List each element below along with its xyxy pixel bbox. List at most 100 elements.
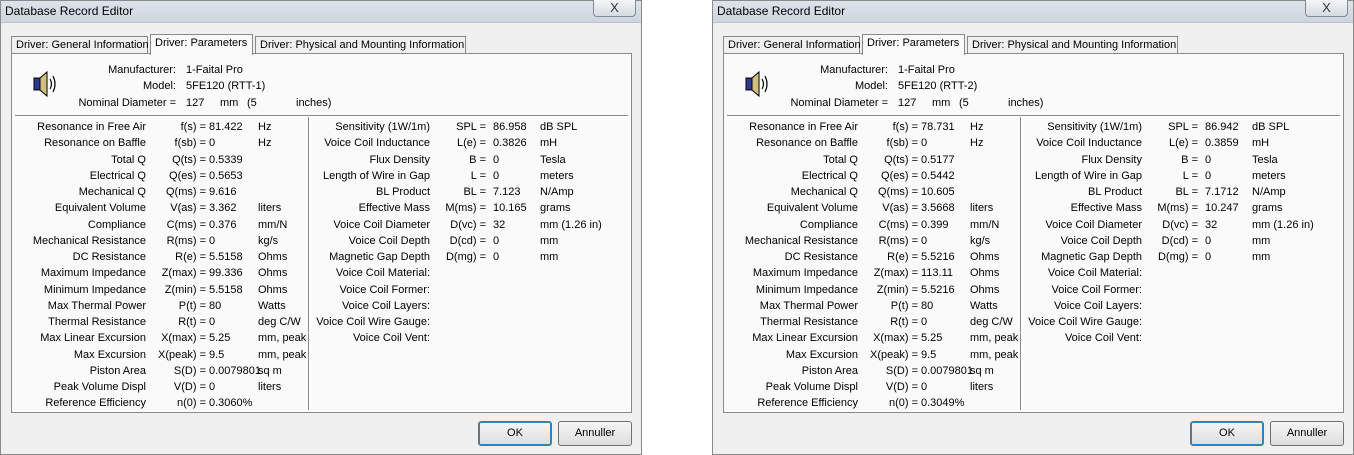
cancel-button[interactable]: Annuller: [558, 421, 632, 446]
param-value-field[interactable]: 0.3049%: [921, 396, 964, 410]
param-value-field[interactable]: 9.5: [209, 348, 224, 362]
param-label: Maximum Impedance: [40, 267, 146, 280]
param-value-field[interactable]: 0: [493, 234, 499, 248]
param-symbol: Q(es) =: [169, 169, 206, 182]
param-value-field[interactable]: 0: [921, 234, 927, 248]
param-value-field[interactable]: 0.3060%: [209, 396, 252, 410]
param-value-field[interactable]: 5.25: [921, 331, 942, 345]
param-unit: deg C/W: [258, 316, 301, 328]
param-value-field[interactable]: 113.11: [921, 266, 953, 280]
param-value-field[interactable]: 0.376: [209, 218, 237, 232]
param-symbol: V(D) =: [173, 381, 206, 393]
param-value-field[interactable]: 0: [921, 136, 927, 150]
param-value-field[interactable]: 0.3826: [493, 136, 527, 150]
param-symbol: V(D) =: [885, 381, 918, 393]
param-value-field[interactable]: 80: [209, 299, 221, 313]
param-label: Effective Mass: [358, 202, 430, 215]
param-value-field[interactable]: 3.5668: [921, 201, 955, 215]
param-label: Thermal Resistance: [48, 316, 146, 328]
param-symbol: R(t) =: [178, 316, 206, 328]
param-value-field[interactable]: 0: [493, 153, 499, 167]
param-value-field[interactable]: 0: [921, 315, 927, 329]
param-value-field[interactable]: 3.362: [209, 201, 237, 215]
param-value-field[interactable]: 5.5158: [209, 250, 243, 264]
close-button[interactable]: X: [593, 0, 636, 17]
tab-general-information[interactable]: Driver: General Information: [723, 36, 861, 54]
param-value-field[interactable]: 78.731: [921, 120, 955, 134]
param-value-field[interactable]: 5.5216: [921, 250, 955, 264]
model-value: 5FE120 (RTT-1): [186, 80, 266, 92]
param-value-field[interactable]: 7.1712: [1205, 185, 1239, 199]
tab-parameters[interactable]: Driver: Parameters: [150, 34, 253, 55]
param-value-field[interactable]: 0.5339: [209, 153, 243, 167]
nominal-diameter-label: Nominal Diameter =: [78, 97, 176, 109]
param-label: Reference Efficiency: [757, 397, 858, 410]
param-value-field[interactable]: 0: [493, 250, 499, 264]
param-symbol: L =: [470, 169, 486, 182]
tab-parameters[interactable]: Driver: Parameters: [862, 34, 965, 55]
param-unit: mm (1.26 in): [540, 218, 602, 231]
param-value-field[interactable]: 0: [1205, 250, 1211, 264]
param-value-field[interactable]: 0: [209, 136, 215, 150]
close-button[interactable]: X: [1305, 0, 1348, 17]
param-unit: kg/s: [970, 234, 991, 247]
param-value-field[interactable]: 0: [921, 380, 927, 394]
ok-button[interactable]: OK: [1190, 421, 1264, 446]
param-label: Maximum Impedance: [752, 267, 858, 280]
param-unit: Watts: [970, 299, 998, 312]
param-value-field[interactable]: 5.5216: [921, 283, 955, 297]
param-value-field[interactable]: 0.399: [921, 218, 949, 232]
title-bar[interactable]: Database Record Editor X: [713, 0, 1353, 23]
param-symbol: X(max) =: [161, 332, 206, 345]
param-value-field[interactable]: 0: [209, 315, 215, 329]
param-value-field[interactable]: 32: [1205, 218, 1217, 232]
param-value-field[interactable]: 0.5177: [921, 153, 955, 167]
param-value-field[interactable]: 0: [1205, 169, 1211, 183]
param-label: Voice Coil Former:: [339, 283, 430, 296]
param-value-field[interactable]: 10.247: [1205, 201, 1239, 215]
param-value-field[interactable]: 9.616: [209, 185, 237, 199]
param-label: Voice Coil Layers:: [341, 299, 430, 312]
param-value-field[interactable]: 10.165: [493, 201, 527, 215]
model-label: Model:: [854, 80, 888, 92]
param-symbol: BL =: [1175, 186, 1198, 198]
tab-general-information[interactable]: Driver: General Information: [11, 36, 149, 54]
param-value-field[interactable]: 0.0079801: [209, 364, 261, 378]
tab-physical-mounting[interactable]: Driver: Physical and Mounting Informatio…: [255, 36, 466, 54]
param-value-field[interactable]: 80: [921, 299, 933, 313]
param-value-field[interactable]: 0: [209, 234, 215, 248]
tab-physical-mounting[interactable]: Driver: Physical and Mounting Informatio…: [967, 36, 1178, 54]
param-value-field[interactable]: 5.5158: [209, 283, 243, 297]
param-symbol: D(cd) =: [1161, 234, 1198, 247]
param-value-field[interactable]: 0: [1205, 234, 1211, 248]
cancel-button[interactable]: Annuller: [1270, 421, 1344, 446]
param-unit: Watts: [258, 299, 286, 312]
ok-button[interactable]: OK: [478, 421, 552, 446]
param-value-field[interactable]: 32: [493, 218, 505, 232]
param-value-field[interactable]: 0.5442: [921, 169, 955, 183]
param-value-field[interactable]: 10.605: [921, 185, 955, 199]
param-value-field[interactable]: 0.0079801: [921, 364, 973, 378]
param-label: Voice Coil Vent:: [1064, 332, 1142, 345]
param-unit: mm/N: [970, 218, 1000, 231]
param-value-field[interactable]: 0.5653: [209, 169, 243, 183]
param-value-field[interactable]: 0: [493, 169, 499, 183]
param-value-field[interactable]: 99.336: [209, 266, 243, 280]
param-label: Total Q: [111, 153, 146, 166]
param-value-field[interactable]: 81.422: [209, 120, 243, 134]
param-value-field[interactable]: 86.958: [493, 120, 527, 134]
param-unit: Ohms: [258, 283, 288, 296]
title-bar[interactable]: Database Record Editor X: [1, 0, 641, 23]
header-divider: [727, 115, 1340, 117]
param-label: Voice Coil Material:: [1047, 267, 1142, 280]
param-value-field[interactable]: 86.942: [1205, 120, 1239, 134]
param-value-field[interactable]: 9.5: [921, 348, 936, 362]
param-value-field[interactable]: 0: [209, 380, 215, 394]
param-value-field[interactable]: 0.3859: [1205, 136, 1239, 150]
param-value-field[interactable]: 0: [1205, 153, 1211, 167]
param-value-field[interactable]: 5.25: [209, 331, 230, 345]
param-label: Effective Mass: [1070, 202, 1142, 215]
param-label: Voice Coil Inductance: [324, 137, 430, 150]
model-label: Model:: [142, 80, 176, 92]
param-value-field[interactable]: 7.123: [493, 185, 521, 199]
